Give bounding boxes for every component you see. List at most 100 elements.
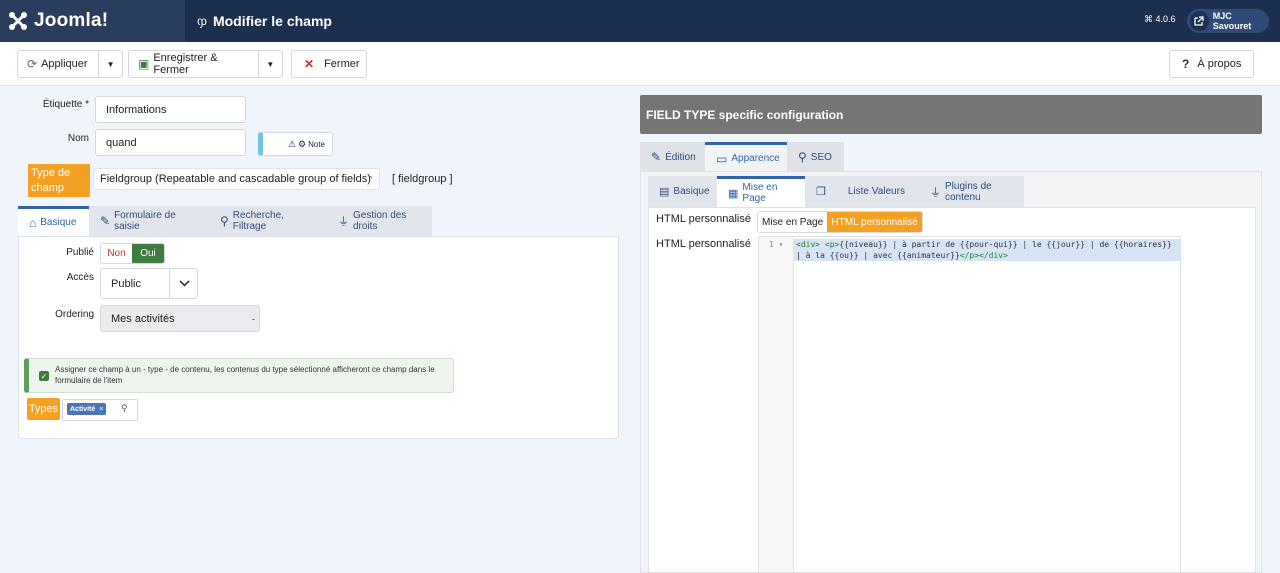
tab-apparence-label: Apparence [731, 153, 780, 164]
search-icon: ⚲ [798, 150, 807, 164]
copy-icon: ❐ [816, 186, 826, 198]
label-field-label: Étiquette * [42, 99, 89, 110]
close-icon: ✕ [304, 57, 315, 71]
ordering-label: Ordering [55, 309, 94, 320]
ordering-select[interactable]: Mes activités - [100, 305, 260, 332]
tab-basique[interactable]: ⌂ Basique [18, 206, 89, 236]
tab-apparence[interactable]: ▭ Apparence [705, 142, 787, 172]
published-label: Publié [66, 247, 94, 258]
toolbar: ⟳ Appliquer ▼ ▣ Enregistrer & Fermer ▼ ✕… [0, 42, 1280, 86]
save-dropdown-toggle[interactable]: ▼ [257, 51, 282, 77]
subtab-liste-valeurs[interactable]: ❐ Liste Valeurs [805, 176, 919, 207]
tab-recherche[interactable]: ⚲ Recherche, Filtrage [209, 206, 327, 236]
chevron-updown-icon: ⌃ [367, 174, 374, 184]
type-chip-label: Activité [70, 405, 96, 413]
field-type-code: [ fieldgroup ] [392, 173, 453, 185]
right-subtab-bar: ▤ Basique ▦ Mise en Page ❐ Liste Valeurs… [648, 176, 1024, 207]
user-menu-button[interactable]: MJC Savouret [1187, 9, 1269, 33]
gear-icon: ⚙ [298, 138, 307, 149]
tab-seo[interactable]: ⚲ SEO [787, 142, 844, 172]
tab-formulaire-label: Formulaire de saisie [114, 210, 176, 232]
version-badge: ⌘ 4.0.6 [1144, 14, 1176, 25]
subtab-basique[interactable]: ▤ Basique [648, 176, 717, 207]
apply-dropdown-toggle[interactable]: ▼ [98, 51, 122, 77]
chip-remove-icon[interactable]: × [99, 406, 103, 413]
puzzle-icon: ჶ [197, 14, 207, 28]
field-type-value: Fieldgroup (Repeatable and cascadable gr… [100, 173, 371, 185]
types-input[interactable]: Activité × ⚲ [62, 399, 138, 421]
access-select[interactable]: Public [100, 268, 198, 299]
page-title: ჶ Modifier le champ [197, 13, 332, 29]
field-type-label: Type de champ [28, 164, 90, 197]
code-line[interactable]: <div> <p>{{niveau}} | à partir de {{pour… [794, 239, 1181, 261]
note-label: Note [308, 139, 325, 149]
subtab-mise-en-page[interactable]: ▦ Mise en Page [717, 176, 805, 207]
chevron-down-icon [169, 269, 198, 298]
close-button-label: Fermer [324, 58, 360, 70]
logo-text: Joomla! [34, 10, 109, 31]
note-box: ⚠ ⚙ Note [258, 132, 333, 156]
ordering-value: Mes activités [111, 312, 175, 325]
search-icon: ⚲ [121, 403, 128, 413]
html-code-label: HTML personnalisé [656, 238, 751, 250]
tab-edition-label: Édition [665, 151, 696, 163]
apply-button-group: ⟳ Appliquer ▼ [17, 50, 123, 78]
left-tab-bar: ⌂ Basique ✎ Formulaire de saisie ⚲ Reche… [18, 206, 432, 236]
subtab-plugins[interactable]: ⏚ Plugins de contenu [919, 176, 1024, 207]
checkbox-checked-icon[interactable]: ✓ [39, 371, 49, 381]
edit-icon: ✎ [100, 214, 111, 228]
subtab-basique-label: Basique [673, 186, 710, 197]
html-mode-toggle: Mise en Page HTML personnalisé [757, 211, 923, 233]
types-label: Types [27, 398, 60, 420]
published-toggle: Non Oui [100, 243, 165, 264]
code-editor[interactable]: 1 ▾ <div> <p>{{niveau}} | à partir de {{… [758, 236, 1181, 573]
warning-icon: ⚠ [287, 138, 297, 149]
monitor-icon: ▭ [716, 151, 728, 166]
right-tab-bar: ✎ Édition ▭ Apparence ⚲ SEO [640, 142, 844, 172]
option-mise-en-page[interactable]: Mise en Page [758, 212, 828, 232]
joomla-icon [9, 12, 27, 30]
refresh-icon: ⟳ [27, 57, 38, 71]
save-close-button[interactable]: Enregistrer & Fermer [149, 52, 257, 76]
published-yes[interactable]: Oui [132, 244, 164, 263]
help-icon: ? [1182, 57, 1190, 71]
subtab-plugins-label: Plugins de contenu [945, 180, 992, 203]
id-card-icon: ▤ [659, 186, 670, 198]
line-number: 1 ▾ [769, 240, 784, 249]
option-html-personnalise[interactable]: HTML personnalisé [827, 212, 922, 232]
code-close-tags: </p></div> [959, 251, 1008, 260]
tab-droits[interactable]: ⏚ Gestion des droits [327, 206, 432, 236]
joomla-small-icon: ⌘ [1144, 14, 1153, 24]
field-type-config-header: FIELD TYPE specific configuration [640, 95, 1262, 134]
tab-basique-label: Basique [40, 217, 77, 228]
type-chip: Activité × [67, 403, 107, 415]
tab-droits-label: Gestion des droits [353, 210, 407, 232]
user-name: MJC Savouret [1212, 11, 1252, 31]
subtab-mise-en-page-label: Mise en Page [742, 182, 778, 204]
name-input[interactable]: quand [95, 129, 246, 156]
save-close-button-group: ▣ Enregistrer & Fermer ▼ [128, 50, 283, 78]
html-mode-label: HTML personnalisé [656, 213, 751, 225]
name-field-label: Nom [67, 133, 89, 144]
joomla-logo[interactable]: Joomla! [0, 0, 185, 42]
tab-seo-label: SEO [810, 151, 832, 163]
label-input[interactable]: Informations [95, 96, 246, 123]
field-type-select[interactable]: Fieldgroup (Repeatable and cascadable gr… [93, 168, 380, 190]
access-value: Public [111, 277, 141, 290]
apply-button[interactable]: Appliquer [37, 58, 98, 70]
page-title-text: Modifier le champ [212, 13, 332, 29]
plug-icon: ⏚ [338, 216, 349, 228]
tab-recherche-label: Recherche, Filtrage [232, 210, 284, 232]
save-icon: ▣ [138, 57, 150, 71]
edit-icon: ✎ [651, 150, 662, 164]
fold-icon[interactable]: ▾ [779, 240, 784, 249]
published-no[interactable]: Non [101, 244, 133, 263]
tab-edition[interactable]: ✎ Édition [640, 142, 705, 172]
assign-alert: ✓ Assigner ce champ à un - type - de con… [24, 358, 454, 393]
tab-formulaire[interactable]: ✎ Formulaire de saisie [89, 206, 209, 236]
about-button[interactable]: ? À propos [1169, 50, 1254, 78]
plug-icon: ⏚ [930, 186, 941, 199]
about-button-label: À propos [1197, 58, 1242, 70]
close-button[interactable]: ✕ Fermer [291, 50, 367, 78]
version-text: 4.0.6 [1155, 14, 1176, 24]
